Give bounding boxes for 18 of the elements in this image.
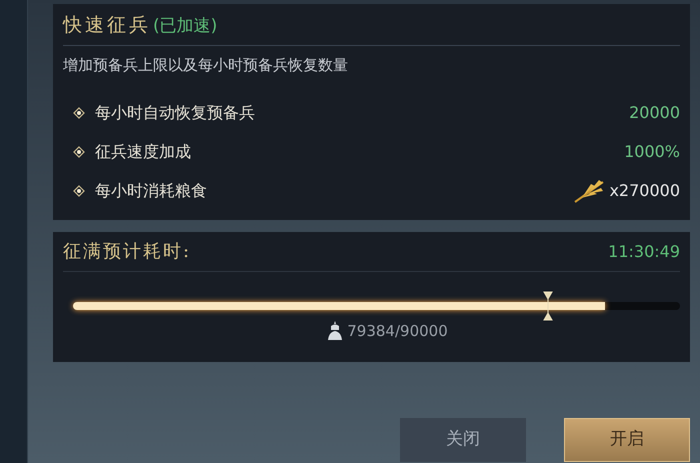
- stat-label: 每小时自动恢复预备兵: [95, 102, 255, 124]
- card-title: 快速征兵: [63, 12, 151, 38]
- progress-reading: 79384/90000: [347, 321, 448, 342]
- diamond-bullet-icon: [73, 106, 85, 118]
- status-label: (已加速): [153, 14, 218, 38]
- close-button[interactable]: 关闭: [400, 418, 526, 462]
- stat-label: 征兵速度加成: [95, 140, 191, 162]
- timer-label: 征满预计耗时:: [63, 240, 192, 264]
- stat-label: 每小时消耗粮食: [95, 180, 207, 202]
- open-button[interactable]: 开启: [564, 418, 690, 462]
- marker-icon: [543, 291, 553, 321]
- stat-value: x270000: [609, 180, 680, 202]
- diamond-bullet-icon: [73, 184, 85, 196]
- stat-value: 1000%: [624, 140, 680, 162]
- diamond-bullet-icon: [73, 146, 85, 158]
- timer-value: 11:30:49: [608, 240, 680, 262]
- description-text: 增加预备兵上限以及每小时预备兵恢复数量: [63, 55, 349, 76]
- stat-value: 20000: [629, 102, 680, 124]
